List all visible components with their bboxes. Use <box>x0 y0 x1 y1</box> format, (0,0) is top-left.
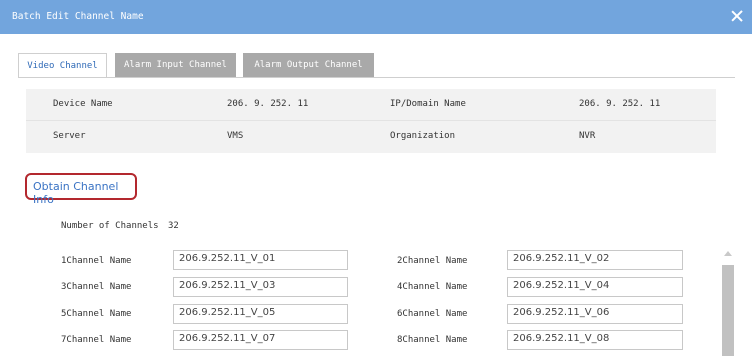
chevron-up-icon[interactable] <box>724 251 732 256</box>
device-info-panel: Device Name 206. 9. 252. 11 IP/Domain Na… <box>26 89 716 153</box>
channel-name-label: 4Channel Name <box>397 282 468 292</box>
server-value: VMS <box>227 131 244 141</box>
channel-name-input-1[interactable]: 206.9.252.11_V_01 <box>173 250 348 270</box>
tab-divider <box>18 77 735 78</box>
tab-alarm-input-channel[interactable]: Alarm Input Channel <box>115 53 236 77</box>
tab-alarm-output-channel[interactable]: Alarm Output Channel <box>243 53 374 77</box>
scrollbar-thumb[interactable] <box>722 265 734 356</box>
channel-name-input-5[interactable]: 206.9.252.11_V_05 <box>173 304 348 324</box>
channel-name-label: 7Channel Name <box>61 335 132 345</box>
channel-name-input-3[interactable]: 206.9.252.11_V_03 <box>173 277 348 297</box>
tab-video-channel[interactable]: Video Channel <box>18 53 107 78</box>
channel-name-label: 6Channel Name <box>397 309 468 319</box>
device-name-label: Device Name <box>53 99 113 109</box>
ip-domain-value: 206. 9. 252. 11 <box>579 99 661 109</box>
ip-domain-label: IP/Domain Name <box>390 99 466 109</box>
device-name-value: 206. 9. 252. 11 <box>227 99 309 109</box>
channel-name-input-2[interactable]: 206.9.252.11_V_02 <box>507 250 683 270</box>
number-of-channels-value: 32 <box>168 221 179 231</box>
channel-name-label: 3Channel Name <box>61 282 132 292</box>
channel-name-label: 5Channel Name <box>61 309 132 319</box>
close-icon[interactable] <box>730 9 744 23</box>
device-info-row: Device Name 206. 9. 252. 11 IP/Domain Na… <box>26 89 716 121</box>
obtain-channel-info-label: Obtain Channel Info <box>33 180 119 206</box>
channel-name-input-6[interactable]: 206.9.252.11_V_06 <box>507 304 683 324</box>
channel-name-input-8[interactable]: 206.9.252.11_V_08 <box>507 330 683 350</box>
channel-name-label: 8Channel Name <box>397 335 468 345</box>
device-info-row: Server VMS Organization NVR <box>26 121 716 153</box>
channel-name-label: 2Channel Name <box>397 256 468 266</box>
obtain-channel-info-button[interactable]: Obtain Channel Info <box>25 173 137 206</box>
dialog-title: Batch Edit Channel Name <box>12 11 144 22</box>
dialog-title-bar: Batch Edit Channel Name <box>0 0 752 34</box>
vertical-scrollbar[interactable] <box>721 247 735 356</box>
organization-value: NVR <box>579 131 596 141</box>
channel-name-label: 1Channel Name <box>61 256 132 266</box>
server-label: Server <box>53 131 86 141</box>
number-of-channels-label: Number of Channels <box>61 221 159 231</box>
channel-name-input-7[interactable]: 206.9.252.11_V_07 <box>173 330 348 350</box>
organization-label: Organization <box>390 131 456 141</box>
channel-name-input-4[interactable]: 206.9.252.11_V_04 <box>507 277 683 297</box>
